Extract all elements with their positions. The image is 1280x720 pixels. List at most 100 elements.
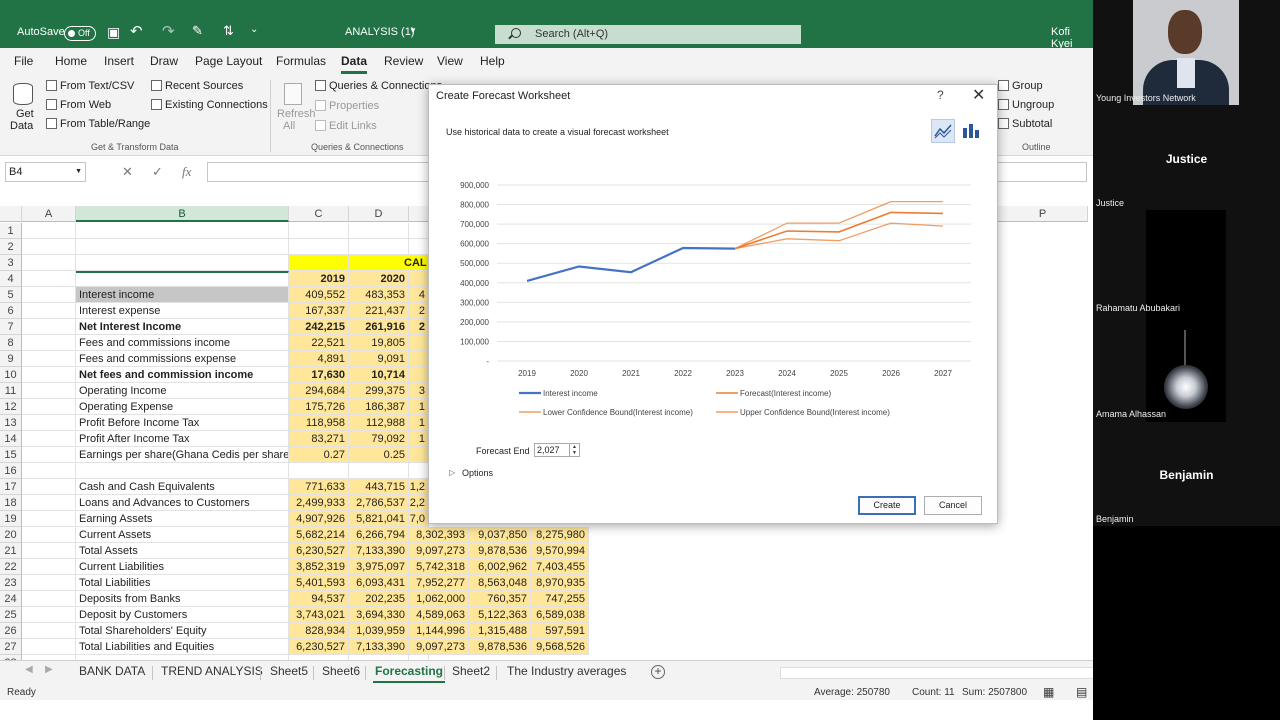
column-header-c[interactable]: C — [289, 206, 349, 222]
cell-e[interactable] — [409, 463, 429, 479]
cell-c[interactable]: 0.27 — [289, 447, 349, 463]
tab-insert[interactable]: Insert — [104, 54, 134, 68]
cell-d[interactable]: 483,353 — [349, 287, 409, 303]
cell-e[interactable]: 1 — [409, 415, 429, 431]
cell-e[interactable] — [409, 351, 429, 367]
get-data-button[interactable]: Get Data — [6, 80, 40, 136]
row-label[interactable]: Interest income — [76, 287, 289, 303]
cell-c[interactable] — [289, 239, 349, 255]
tab-data[interactable]: Data — [341, 54, 368, 74]
user-name[interactable]: Kofi Kyei — [1051, 26, 1093, 50]
row-header[interactable]: 22 — [0, 559, 22, 575]
column-header-p[interactable]: P — [998, 206, 1088, 222]
cell-f[interactable]: 8,563,048 — [469, 575, 531, 591]
sheet-tab-forecasting[interactable]: Forecasting — [372, 664, 446, 683]
cell-d[interactable]: 186,387 — [349, 399, 409, 415]
row-header[interactable]: 24 — [0, 591, 22, 607]
cell-d[interactable]: 5,821,041 — [349, 511, 409, 527]
row-header[interactable]: 17 — [0, 479, 22, 495]
cell-c[interactable] — [289, 463, 349, 479]
cell-a[interactable] — [22, 383, 76, 399]
row-header[interactable]: 11 — [0, 383, 22, 399]
cell-a[interactable] — [22, 335, 76, 351]
row-label[interactable]: Current Assets — [76, 527, 289, 543]
customize-toolbar-icon[interactable]: ⌄ — [250, 24, 258, 35]
cell-c[interactable]: 22,521 — [289, 335, 349, 351]
chevron-down-icon[interactable]: ▼ — [409, 26, 417, 35]
subtotal-button[interactable]: Subtotal — [998, 118, 1052, 130]
row-header[interactable]: 1 — [0, 223, 22, 239]
row-label[interactable]: Profit Before Income Tax — [76, 415, 289, 431]
cell-a[interactable] — [22, 367, 76, 383]
cancel-icon[interactable]: ✕ — [122, 164, 133, 180]
row-label[interactable]: Operating Income — [76, 383, 289, 399]
cell-c[interactable]: 6,230,527 — [289, 543, 349, 559]
cell-a[interactable] — [22, 239, 76, 255]
undo-icon[interactable]: ↶ — [130, 22, 143, 40]
row-header[interactable]: 3 — [0, 255, 22, 271]
cell-d[interactable]: 2020 — [349, 271, 409, 287]
row-header[interactable]: 7 — [0, 319, 22, 335]
cell-d[interactable]: 3,694,330 — [349, 607, 409, 623]
cell-g[interactable]: 6,589,038 — [531, 607, 589, 623]
row-label[interactable] — [76, 463, 289, 479]
cell-e[interactable]: 1 — [409, 399, 429, 415]
row-label[interactable]: Total Assets — [76, 543, 289, 559]
cell-f[interactable]: 1,315,488 — [469, 623, 531, 639]
cell-a[interactable] — [22, 255, 76, 271]
cell-f[interactable]: 6,002,962 — [469, 559, 531, 575]
cell-d[interactable]: 10,714 — [349, 367, 409, 383]
cell-e[interactable]: 1,144,996 — [409, 623, 469, 639]
cell-f[interactable]: 760,357 — [469, 591, 531, 607]
cell-c[interactable]: 94,537 — [289, 591, 349, 607]
edit-links-button[interactable]: Edit Links — [315, 120, 377, 132]
column-header-d[interactable]: D — [349, 206, 409, 222]
enter-icon[interactable]: ✓ — [152, 164, 163, 180]
cell-a[interactable] — [22, 607, 76, 623]
horizontal-scrollbar[interactable] — [780, 667, 1093, 679]
cell-c[interactable]: 175,726 — [289, 399, 349, 415]
cell-e[interactable]: 9,097,273 — [409, 543, 469, 559]
tab-formulas[interactable]: Formulas — [276, 54, 326, 68]
cell-c[interactable]: 4,891 — [289, 351, 349, 367]
ungroup-button[interactable]: Ungroup — [998, 99, 1054, 111]
cell-g[interactable]: 597,591 — [531, 623, 589, 639]
row-header[interactable]: 8 — [0, 335, 22, 351]
cell-e[interactable]: 2,2 — [409, 495, 429, 511]
cell-e[interactable]: 8,302,393 — [409, 527, 469, 543]
row-label[interactable]: Loans and Advances to Customers — [76, 495, 289, 511]
cell-c[interactable]: 167,337 — [289, 303, 349, 319]
cell-e[interactable]: 5,742,318 — [409, 559, 469, 575]
row-header[interactable]: 5 — [0, 287, 22, 303]
cell-a[interactable] — [22, 527, 76, 543]
cell-e[interactable] — [409, 239, 429, 255]
column-header-a[interactable]: A — [22, 206, 76, 222]
row-label[interactable]: Cash and Cash Equivalents — [76, 479, 289, 495]
cell-g[interactable]: 8,275,980 — [531, 527, 589, 543]
cell-e[interactable]: 1,062,000 — [409, 591, 469, 607]
cell-c[interactable]: 83,271 — [289, 431, 349, 447]
tab-page-layout[interactable]: Page Layout — [195, 54, 262, 68]
cell-c[interactable]: 242,215 — [289, 319, 349, 335]
cell-c[interactable]: 771,633 — [289, 479, 349, 495]
cell-d[interactable]: 9,091 — [349, 351, 409, 367]
cell-d[interactable]: 3,975,097 — [349, 559, 409, 575]
cell-a[interactable] — [22, 591, 76, 607]
tab-draw[interactable]: Draw — [150, 54, 178, 68]
from-text-csv-button[interactable]: From Text/CSV — [46, 80, 134, 92]
tab-view[interactable]: View — [437, 54, 463, 68]
name-box[interactable]: B4 ▼ — [5, 162, 86, 182]
cell-a[interactable] — [22, 575, 76, 591]
cell-c[interactable]: 828,934 — [289, 623, 349, 639]
cell-a[interactable] — [22, 319, 76, 335]
cell-e[interactable]: 9,097,273 — [409, 639, 469, 655]
properties-button[interactable]: Properties — [315, 100, 379, 112]
cell-d[interactable]: 112,988 — [349, 415, 409, 431]
row-header[interactable]: 10 — [0, 367, 22, 383]
cell-g[interactable]: 7,403,455 — [531, 559, 589, 575]
row-label[interactable]: Fees and commissions income — [76, 335, 289, 351]
cell-g[interactable]: 8,970,935 — [531, 575, 589, 591]
normal-view-icon[interactable]: ▦ — [1043, 685, 1054, 699]
cell-c[interactable]: 17,630 — [289, 367, 349, 383]
cell-c[interactable]: 3,743,021 — [289, 607, 349, 623]
